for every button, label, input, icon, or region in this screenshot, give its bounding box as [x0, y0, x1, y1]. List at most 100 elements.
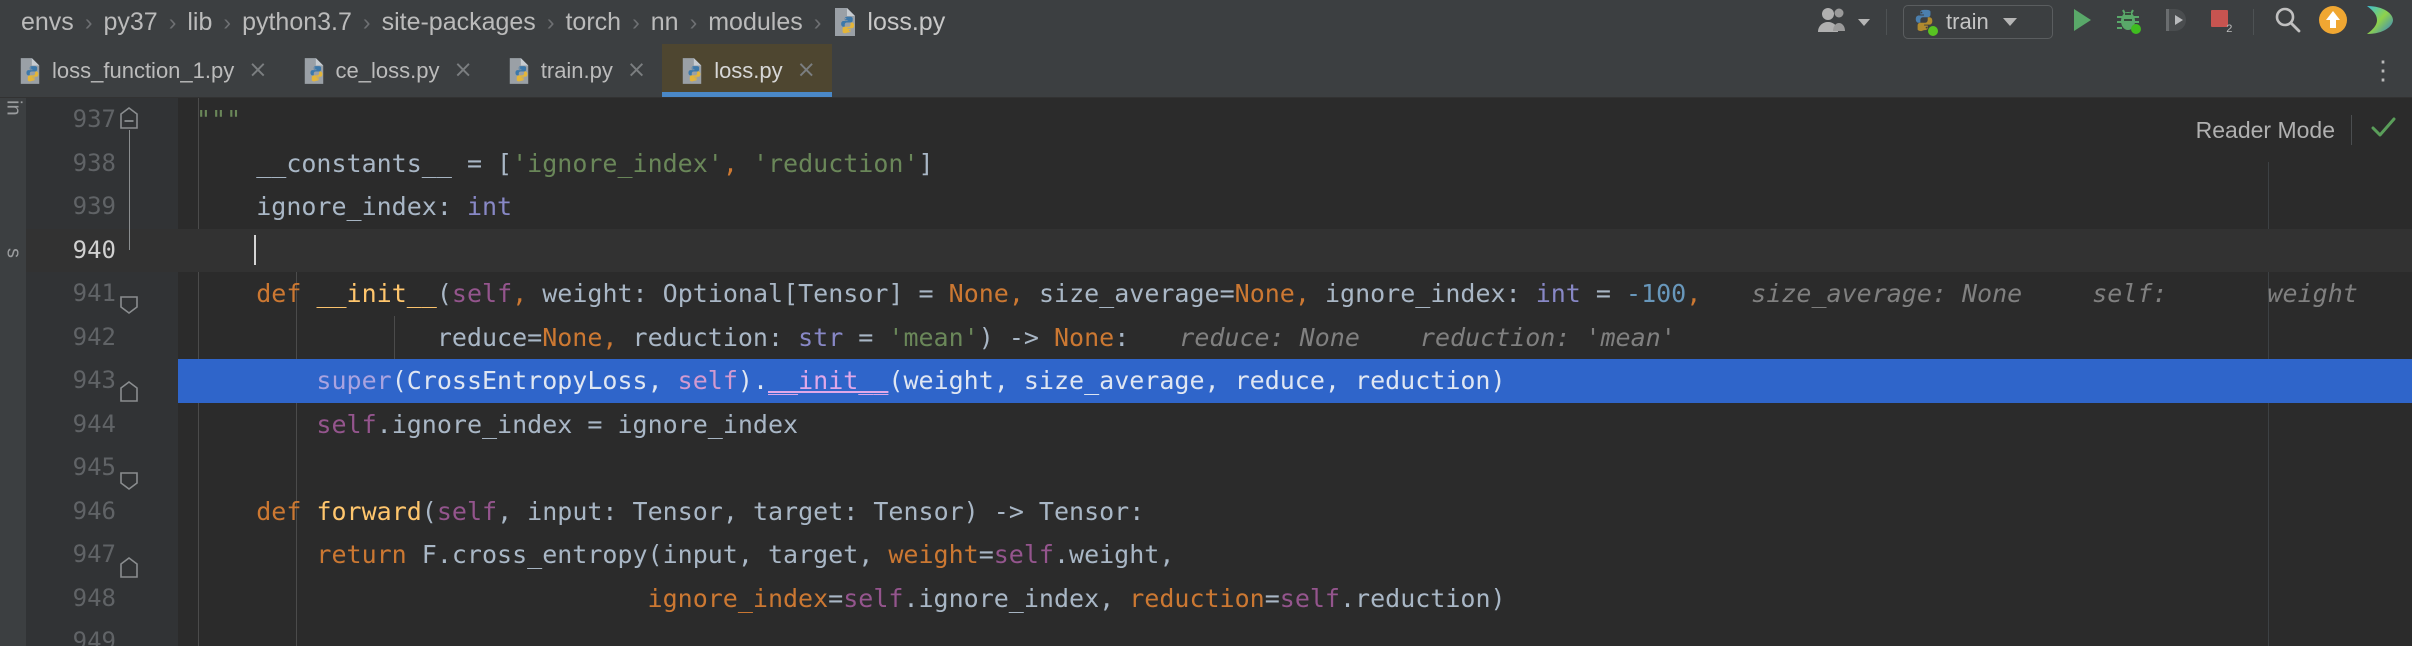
token-attr-weight: .weight, [1053, 540, 1175, 569]
tab-close-icon[interactable]: × [453, 59, 472, 82]
tab-train[interactable]: train.py × [489, 44, 662, 97]
code-line-943[interactable]: super(CrossEntropyLoss, self).__init__(w… [178, 359, 2412, 403]
breadcrumb-label: modules [708, 7, 803, 36]
code-line-946[interactable]: def forward(self, input: Tensor, target:… [178, 490, 2412, 534]
token-param-size-average: size_average= [1038, 279, 1235, 308]
coverage-button[interactable] [2151, 0, 2197, 44]
chevron-down-icon [2002, 18, 2017, 26]
code-line-940[interactable] [178, 228, 2412, 272]
tab-ce-loss[interactable]: ce_loss.py × [284, 44, 489, 97]
token-string-ignore-index: 'ignore_index' [512, 148, 723, 178]
chevron-down-icon [1858, 18, 1870, 26]
token-self: self [843, 583, 904, 613]
tab-loss[interactable]: loss.py × [662, 44, 832, 97]
breadcrumb-item-site-packages[interactable]: site-packages [373, 7, 545, 36]
tool-window-label-top[interactable]: in [2, 100, 25, 116]
token-comma: , [602, 322, 633, 352]
code-line-942[interactable]: reduce=None, reduction: str = 'mean') ->… [178, 316, 2412, 360]
breadcrumb-label: lib [187, 7, 213, 36]
tool-window-label-bottom[interactable]: s [2, 248, 25, 258]
user-accounts-icon [1816, 5, 1850, 40]
active-tab-indicator [662, 92, 832, 97]
token-none: None [1234, 279, 1295, 308]
fold-marker-946[interactable] [118, 470, 140, 492]
line-number: 938 [72, 148, 116, 177]
editor-gutter[interactable]: 937 938 939 940 941 942 943 944 945 946 … [26, 98, 178, 646]
token-paren: ( [436, 279, 452, 308]
fold-marker-collapse[interactable] [118, 106, 140, 129]
line-number: 949 [72, 627, 116, 646]
breadcrumb-separator: › [632, 8, 640, 35]
fold-marker-944[interactable] [118, 380, 140, 402]
tab-close-icon[interactable]: × [797, 59, 816, 82]
token-type-int: int [1535, 279, 1581, 308]
python-file-icon [507, 57, 531, 85]
gradient-fan-icon [2362, 3, 2396, 42]
breadcrumb-item-py37[interactable]: py37 [94, 9, 166, 35]
token-number-100: 100 [1641, 279, 1687, 308]
token-type-str: str [798, 322, 844, 352]
tab-close-icon[interactable]: × [627, 59, 646, 82]
python-file-icon [680, 57, 704, 85]
left-tool-window-strip: in s [0, 98, 26, 646]
code-line-947[interactable]: return F.cross_entropy(input, target, we… [178, 533, 2412, 577]
plugin-button[interactable] [2356, 0, 2402, 44]
code-line-949[interactable] [178, 620, 2412, 646]
text-caret [254, 234, 257, 265]
line-number: 937 [72, 105, 116, 133]
navigation-bar: envs › py37 › lib › python3.7 › site-pac… [0, 0, 2412, 44]
line-number: 948 [72, 583, 116, 612]
token-attr-reduction: .reduction) [1339, 583, 1506, 613]
fold-marker-942[interactable] [118, 294, 140, 316]
code-line-944[interactable]: self.ignore_index = ignore_index [178, 403, 2412, 447]
more-options-icon[interactable]: ⋮ [2370, 57, 2396, 83]
tab-label: ce_loss.py [335, 57, 440, 83]
token-call-cross-entropy: F.cross_entropy(input, target, [421, 540, 889, 569]
update-project-button[interactable] [2310, 0, 2356, 44]
code-canvas[interactable]: """ __constants__ = ['ignore_index', 're… [178, 98, 2412, 646]
stop-button[interactable]: 2 [2197, 0, 2243, 44]
breadcrumb-label: site-packages [381, 7, 536, 36]
token-param-ignore-index: ignore_index: [1324, 279, 1536, 308]
breadcrumb-item-loss-py[interactable]: loss.py [823, 7, 954, 37]
update-arrow-icon [2316, 3, 2350, 42]
breadcrumb-item-nn[interactable]: nn [642, 9, 688, 35]
tab-loss-function-1[interactable]: loss_function_1.py × [0, 44, 284, 97]
code-line-945[interactable] [178, 446, 2412, 490]
code-line-939[interactable]: ignore_index: int [178, 185, 2412, 229]
token-return-arrow: ) -> [978, 322, 1054, 352]
inlay-hint-size-average: size_average: None [1751, 279, 2023, 308]
debug-button[interactable] [2105, 0, 2151, 44]
reader-mode-label[interactable]: Reader Mode [2196, 117, 2335, 144]
token-self: self [436, 496, 498, 526]
code-line-948[interactable]: ignore_index=self.ignore_index, reductio… [178, 577, 2412, 621]
token-param-reduction: reduction: [632, 322, 799, 352]
breadcrumb-item-envs[interactable]: envs [12, 9, 83, 35]
bug-icon [2114, 6, 2142, 39]
breadcrumb-item-modules[interactable]: modules [699, 7, 812, 36]
breadcrumb-separator: › [223, 8, 232, 35]
code-line-941[interactable]: def __init__(self, weight: Optional[Tens… [178, 272, 2412, 316]
user-accounts-button[interactable] [1810, 0, 1876, 44]
inspection-ok-check-icon[interactable] [2368, 113, 2398, 148]
token-attr-ignore-index: .ignore_index, [903, 583, 1130, 613]
editor-tab-bar: loss_function_1.py × ce_loss.py × train.… [0, 44, 2412, 98]
breadcrumb-label: python3.7 [242, 7, 352, 36]
search-everywhere-button[interactable] [2264, 0, 2310, 44]
breadcrumb-item-lib[interactable]: lib [178, 7, 221, 36]
run-configuration-selector[interactable]: train [1903, 5, 2053, 39]
token-keyword-def: def [256, 279, 317, 308]
token-bracket: ] [918, 148, 934, 178]
token-param-weight: weight: Optional[Tensor] = [542, 279, 949, 308]
fold-marker-948[interactable] [118, 556, 140, 578]
breadcrumb-item-python37[interactable]: python3.7 [233, 7, 361, 36]
tab-label: train.py [540, 57, 613, 83]
token-docstring: """ [196, 105, 242, 134]
tab-close-icon[interactable]: × [248, 59, 267, 82]
play-icon [2069, 6, 2095, 39]
breadcrumb-item-torch[interactable]: torch [556, 9, 630, 35]
run-button[interactable] [2059, 0, 2105, 44]
token-paren: ( [421, 496, 437, 526]
